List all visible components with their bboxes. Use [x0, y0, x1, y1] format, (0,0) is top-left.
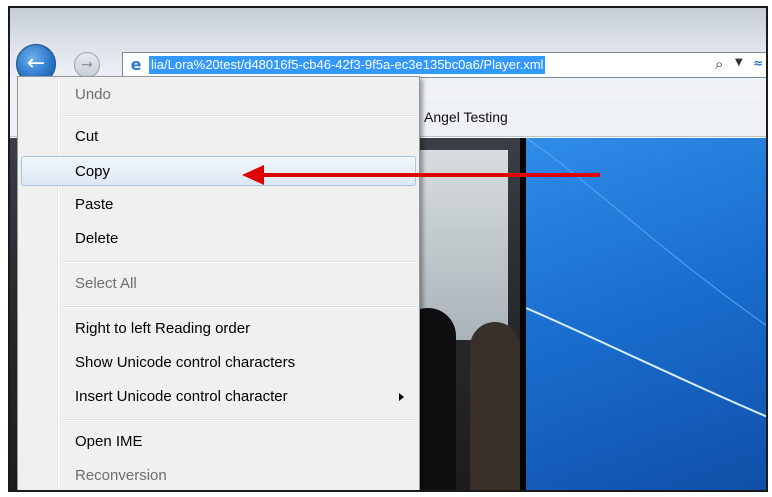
forward-button[interactable]: →: [74, 52, 100, 78]
slide-curves: [525, 138, 766, 418]
menu-item-rtl-reading-order[interactable]: Right to left Reading order: [21, 314, 416, 344]
menu-item-open-ime[interactable]: Open IME: [21, 427, 416, 457]
menu-separator: [62, 115, 416, 117]
menu-separator: [62, 419, 416, 421]
menu-separator: [62, 306, 416, 308]
menu-separator: [62, 261, 416, 263]
slide-panel: [525, 138, 766, 490]
address-url-text[interactable]: lia/Lora%20test/d48016f5-cb46-42f3-9f5a-…: [149, 56, 546, 74]
context-menu: Undo Cut Copy Paste Delete Select All Ri…: [17, 76, 420, 490]
annotation-arrow-head-icon: [242, 165, 264, 185]
menu-item-show-unicode-control[interactable]: Show Unicode control characters: [21, 348, 416, 378]
search-icon[interactable]: ⌕: [715, 55, 723, 73]
menu-item-undo[interactable]: Undo: [21, 80, 416, 110]
annotation-arrow-shaft: [260, 173, 600, 177]
tab-angel-testing[interactable]: Angel Testing: [424, 109, 508, 125]
menu-item-select-all[interactable]: Select All: [21, 269, 416, 299]
forward-arrow-icon: →: [81, 57, 93, 73]
ie-logo-icon: e: [130, 55, 142, 74]
screenshot-frame: ← → e lia/Lora%20test/d48016f5-cb46-42f3…: [8, 6, 768, 492]
chevron-down-icon[interactable]: ▼: [735, 57, 743, 68]
menu-item-delete[interactable]: Delete: [21, 224, 416, 254]
address-bar[interactable]: e lia/Lora%20test/d48016f5-cb46-42f3-9f5…: [122, 52, 766, 78]
submenu-arrow-icon: [399, 393, 404, 401]
menu-item-cut[interactable]: Cut: [21, 122, 416, 152]
menu-item-reconversion[interactable]: Reconversion: [21, 461, 416, 490]
compatibility-view-icon[interactable]: ≈: [753, 56, 766, 72]
menu-item-insert-unicode-control[interactable]: Insert Unicode control character: [21, 382, 416, 412]
menu-item-copy[interactable]: Copy: [21, 156, 416, 186]
menu-item-paste[interactable]: Paste: [21, 190, 416, 220]
back-arrow-icon: ←: [26, 51, 46, 76]
person-silhouette: [470, 322, 520, 490]
